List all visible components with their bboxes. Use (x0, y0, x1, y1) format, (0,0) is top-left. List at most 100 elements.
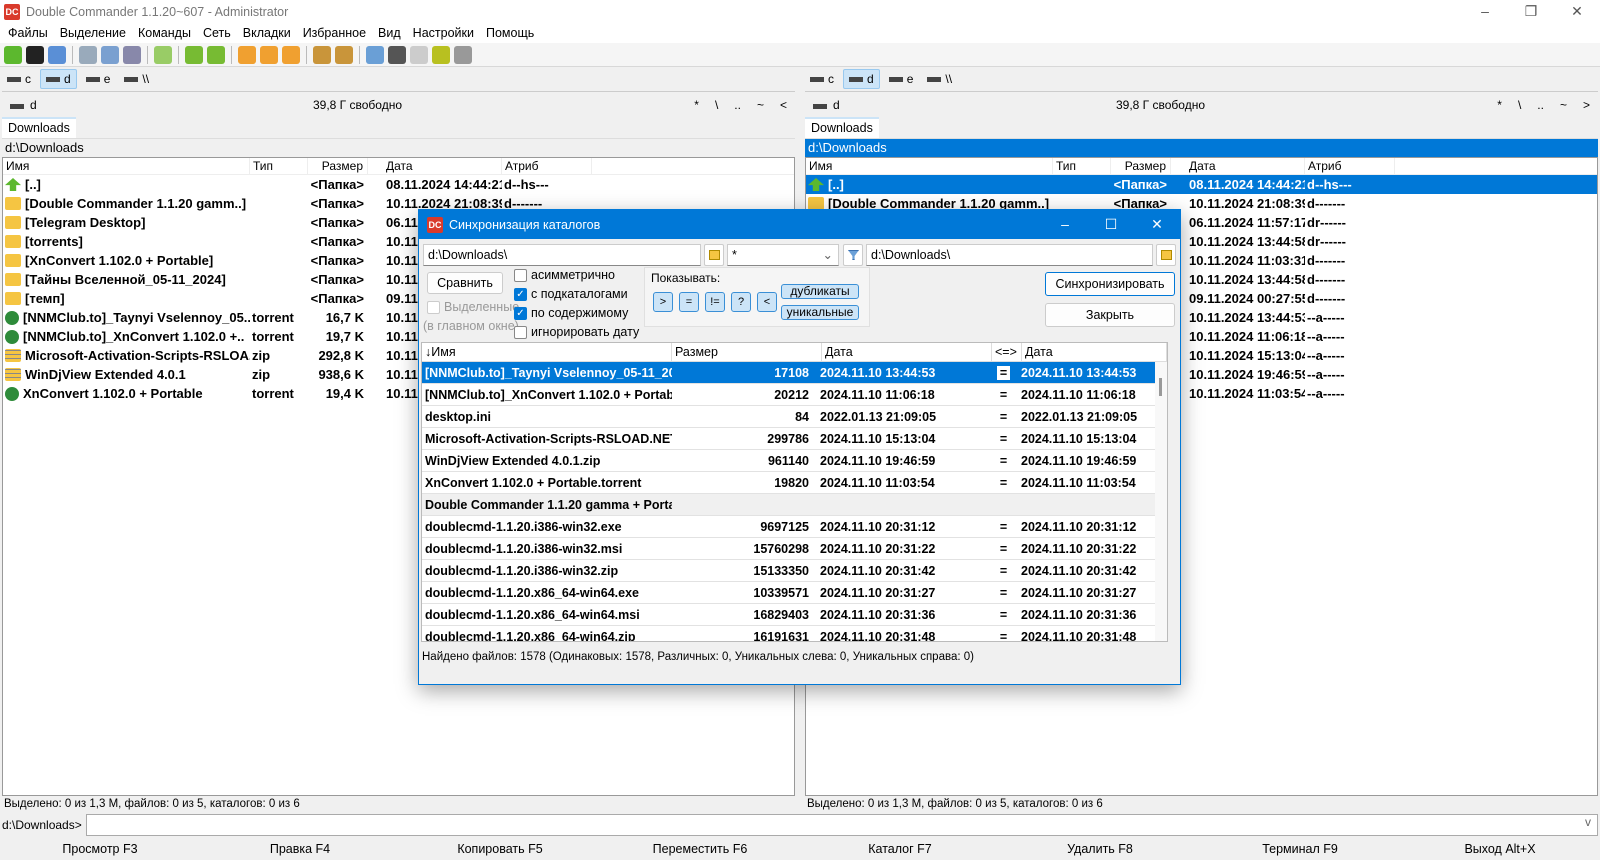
col-date[interactable]: Дата (368, 158, 502, 174)
add-user-icon[interactable] (238, 45, 256, 64)
menu-item[interactable]: Файлы (2, 26, 54, 40)
full-view-icon[interactable] (101, 45, 119, 64)
filter-toggle[interactable]: < (757, 292, 777, 312)
menu-item[interactable]: Избранное (297, 26, 372, 40)
unpack-icon[interactable] (335, 45, 353, 64)
nav-button[interactable]: \ (715, 98, 718, 112)
col-size[interactable]: Размер (1111, 158, 1171, 174)
drive-button[interactable]: d (40, 69, 77, 89)
command-input[interactable]: v (85, 814, 1598, 836)
thumbnail-view-icon[interactable] (123, 45, 141, 64)
col-type[interactable]: Тип (250, 158, 308, 174)
checkbox[interactable] (514, 325, 527, 339)
drive-button[interactable]: c (805, 70, 839, 88)
compare-row[interactable]: WinDjView Extended 4.0.1.zip 961140 2024.1… (422, 450, 1167, 472)
fkey-button[interactable]: Переместить F6 (600, 838, 800, 860)
col-type[interactable]: Тип (1053, 158, 1111, 174)
filter-toggle[interactable]: != (705, 292, 725, 312)
dialog-close-button[interactable]: ✕ (1134, 216, 1180, 233)
maximize-button[interactable]: ❐ (1508, 3, 1554, 20)
drive-button[interactable]: \\ (119, 70, 154, 88)
nav-button[interactable]: * (1497, 98, 1502, 112)
fkey-button[interactable]: Просмотр F3 (0, 838, 200, 860)
command-dropdown-icon[interactable]: v (1585, 815, 1591, 829)
option-checkbox[interactable]: асимметрично (514, 266, 615, 284)
drive-button[interactable]: d (843, 69, 880, 89)
uniques-toggle[interactable]: уникальные (781, 305, 859, 320)
nav-button[interactable]: > (1583, 98, 1590, 112)
file-row[interactable]: [..] <Папка> 08.11.2024 14:44:21 d--hs--- (806, 175, 1597, 194)
copy-left-icon[interactable] (185, 45, 203, 64)
compare-dirs-icon[interactable] (154, 45, 172, 64)
menu-item[interactable]: Сеть (197, 26, 237, 40)
compare-row[interactable]: doublecmd-1.1.20.i386-win32.exe 9697125 20… (422, 516, 1167, 538)
search-binoculars-icon[interactable] (388, 45, 406, 64)
close-dialog-button[interactable]: Закрыть (1045, 303, 1175, 327)
path-bar[interactable]: d:\Downloads (805, 139, 1598, 157)
minimize-button[interactable]: – (1462, 3, 1508, 20)
col-name[interactable]: ↓Имя (422, 343, 672, 361)
refresh-icon[interactable] (4, 45, 22, 64)
menu-item[interactable]: Выделение (54, 26, 132, 40)
remove-user-icon[interactable] (260, 45, 278, 64)
file-row[interactable]: [..] <Папка> 08.11.2024 14:44:21 d--hs--- (3, 175, 794, 194)
filter-toggle[interactable]: = (679, 292, 699, 312)
option-checkbox[interactable]: ✓ по содержимому (514, 304, 628, 322)
user-menu-icon[interactable] (282, 45, 300, 64)
fkey-button[interactable]: Каталог F7 (800, 838, 1000, 860)
nav-button[interactable]: .. (1537, 98, 1544, 112)
col-size[interactable]: Размер (672, 343, 822, 361)
browse-right-button[interactable] (1156, 244, 1176, 266)
drive-button[interactable]: \\ (922, 70, 957, 88)
tab-downloads[interactable]: Downloads (805, 117, 879, 138)
checkbox[interactable]: ✓ (514, 306, 527, 320)
filter-button[interactable] (843, 244, 863, 266)
filter-toggle[interactable]: > (653, 292, 673, 312)
col-date[interactable]: Дата (1171, 158, 1305, 174)
brief-view-icon[interactable] (79, 45, 97, 64)
fkey-button[interactable]: Выход Alt+X (1400, 838, 1600, 860)
menu-item[interactable]: Вкладки (237, 26, 297, 40)
checkbox[interactable] (514, 268, 527, 282)
compare-button[interactable]: Сравнить (427, 272, 503, 294)
menu-item[interactable]: Настройки (407, 26, 480, 40)
compare-row[interactable]: [NNMClub.to]_Taynyi Vselennoy_05-11_2024… (422, 362, 1167, 384)
browse-left-button[interactable] (704, 244, 724, 266)
sync-dirs-icon[interactable] (432, 45, 450, 64)
terminal-icon[interactable] (26, 45, 44, 64)
menu-item[interactable]: Вид (372, 26, 407, 40)
compare-row[interactable]: desktop.ini 84 2022.01.13 21:09:05 = 2022.01… (422, 406, 1167, 428)
compare-row[interactable]: doublecmd-1.1.20.x86_64-win64.zip 1619163… (422, 626, 1167, 641)
right-path-input[interactable]: d:\Downloads\ (866, 244, 1153, 266)
file-mask-select[interactable]: * ⌄ (727, 244, 839, 266)
path-bar[interactable]: d:\Downloads (2, 139, 795, 157)
selected-checkbox[interactable]: Выделенные (427, 298, 519, 316)
dialog-maximize-button[interactable]: ☐ (1088, 216, 1134, 233)
option-checkbox[interactable]: игнорировать дату (514, 323, 639, 341)
col-date-right[interactable]: Дата (1022, 343, 1167, 361)
vertical-scrollbar[interactable] (1155, 362, 1167, 641)
nav-button[interactable]: .. (734, 98, 741, 112)
fkey-button[interactable]: Копировать F5 (400, 838, 600, 860)
compare-row[interactable]: doublecmd-1.1.20.i386-win32.zip 15133350 2… (422, 560, 1167, 582)
fkey-button[interactable]: Удалить F8 (1000, 838, 1200, 860)
nav-button[interactable]: * (694, 98, 699, 112)
options-icon[interactable] (48, 45, 66, 64)
menu-item[interactable]: Команды (132, 26, 197, 40)
current-drive[interactable]: d (10, 98, 37, 112)
drive-button[interactable]: e (81, 70, 116, 88)
col-compare[interactable]: <=> (992, 343, 1022, 361)
nav-button[interactable]: < (780, 98, 787, 112)
menu-item[interactable]: Помощь (480, 26, 540, 40)
fkey-button[interactable]: Правка F4 (200, 838, 400, 860)
col-date-left[interactable]: Дата (822, 343, 992, 361)
col-attr[interactable]: Атриб (1305, 158, 1395, 174)
dialog-minimize-button[interactable]: – (1042, 216, 1088, 233)
nav-button[interactable]: ~ (757, 98, 764, 112)
filter-toggle[interactable]: ? (731, 292, 751, 312)
compare-row[interactable]: doublecmd-1.1.20.x86_64-win64.msi 1682940… (422, 604, 1167, 626)
compare-row[interactable]: Microsoft-Activation-Scripts-RSLOAD.NET-… (422, 428, 1167, 450)
duplicates-toggle[interactable]: дубликаты (781, 284, 859, 299)
col-name[interactable]: Имя (806, 158, 1053, 174)
checkbox[interactable]: ✓ (514, 287, 527, 301)
